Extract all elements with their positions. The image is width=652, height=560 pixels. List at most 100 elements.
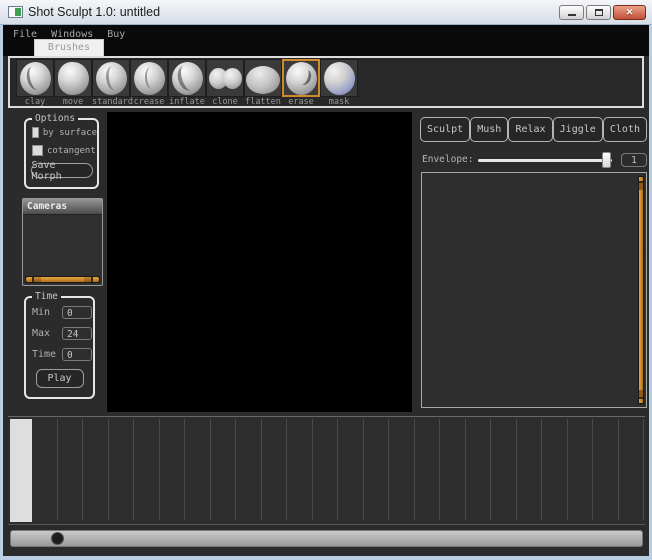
options-group: Options by surface cotangent Save Morph xyxy=(24,118,99,189)
time-field[interactable]: 0 xyxy=(62,348,92,361)
min-label: Min xyxy=(32,307,58,318)
layer-list-vertical-scrollbar[interactable] xyxy=(638,176,644,404)
close-icon: ✕ xyxy=(626,7,634,18)
window-title: Shot Sculpt 1.0: untitled xyxy=(28,5,160,19)
brush-label: standard xyxy=(92,98,130,107)
brush-item-mask[interactable]: mask xyxy=(320,59,358,107)
brush-item-move[interactable]: move xyxy=(54,59,92,107)
options-group-title: Options xyxy=(32,113,78,124)
brush-label: mask xyxy=(320,98,358,107)
timeline-frame-column[interactable] xyxy=(364,419,390,520)
close-button[interactable]: ✕ xyxy=(613,5,646,20)
envelope-slider[interactable] xyxy=(478,152,612,168)
mush-button[interactable]: Mush xyxy=(470,117,508,142)
timeline-frame-column[interactable] xyxy=(466,419,492,520)
timeline-frame-column[interactable] xyxy=(211,419,237,520)
timeline-frame-column[interactable] xyxy=(109,419,135,520)
time-group-title: Time xyxy=(32,291,61,302)
app-icon xyxy=(8,6,23,18)
by-surface-checkbox[interactable] xyxy=(32,127,39,138)
by-surface-label: by surface xyxy=(43,128,97,138)
timeline[interactable] xyxy=(8,416,645,525)
cotangent-checkbox[interactable] xyxy=(32,145,43,156)
time-group: Time Min 0 Max 24 Time 0 Play xyxy=(24,296,95,399)
brush-item-clay[interactable]: clay xyxy=(16,59,54,107)
timeline-frame-column[interactable] xyxy=(517,419,543,520)
timeline-frame-column[interactable] xyxy=(491,419,517,520)
brushes-toolbar: clay move standard crease inflate xyxy=(8,56,644,108)
mask-brush-icon xyxy=(324,62,355,95)
timeline-frame-column[interactable] xyxy=(262,419,288,520)
brush-item-erase[interactable]: erase xyxy=(282,59,320,107)
min-field-row: Min 0 xyxy=(32,306,93,319)
min-field[interactable]: 0 xyxy=(62,306,92,319)
crease-brush-icon xyxy=(134,62,165,95)
inflate-brush-icon xyxy=(172,62,203,95)
timeline-frame-column[interactable] xyxy=(83,419,109,520)
timeline-frame-column[interactable] xyxy=(287,419,313,520)
brush-strip: clay move standard crease inflate xyxy=(16,59,358,107)
minimize-icon xyxy=(568,14,576,16)
envelope-slider-handle[interactable] xyxy=(602,152,611,168)
brush-label: clone xyxy=(206,98,244,107)
timeline-grid xyxy=(32,419,644,520)
cameras-panel: Cameras xyxy=(22,198,103,286)
maximize-button[interactable] xyxy=(586,5,611,20)
brush-item-standard[interactable]: standard xyxy=(92,59,130,107)
app-window: Shot Sculpt 1.0: untitled ✕ File Windows… xyxy=(0,0,652,560)
clone-brush-icon xyxy=(210,62,241,95)
timeline-frame-column[interactable] xyxy=(440,419,466,520)
timeline-scrollbar-knob[interactable] xyxy=(51,532,64,545)
flatten-brush-icon xyxy=(246,66,280,94)
timeline-frame-column[interactable] xyxy=(542,419,568,520)
play-button[interactable]: Play xyxy=(36,369,84,388)
max-field-row: Max 24 xyxy=(32,327,93,340)
title-bar: Shot Sculpt 1.0: untitled ✕ xyxy=(0,0,652,25)
current-frame-marker[interactable] xyxy=(10,419,32,522)
brush-label: flatten xyxy=(244,98,282,107)
menu-item-buy[interactable]: Buy xyxy=(107,29,125,40)
brush-item-clone[interactable]: clone xyxy=(206,59,244,107)
checkbox-row-cotangent: cotangent xyxy=(32,145,97,156)
brush-label: erase xyxy=(282,98,320,107)
tab-brushes[interactable]: Brushes xyxy=(34,39,104,56)
sculpt-layer-list[interactable] xyxy=(421,172,647,408)
max-field[interactable]: 24 xyxy=(62,327,92,340)
timeline-frame-column[interactable] xyxy=(185,419,211,520)
brush-label: clay xyxy=(16,98,54,107)
envelope-value-field[interactable]: 1 xyxy=(621,153,647,167)
timeline-frame-column[interactable] xyxy=(236,419,262,520)
relax-button[interactable]: Relax xyxy=(508,117,552,142)
timeline-frame-column[interactable] xyxy=(415,419,441,520)
cloth-button[interactable]: Cloth xyxy=(603,117,647,142)
jiggle-button[interactable]: Jiggle xyxy=(553,117,603,142)
timeline-frame-column[interactable] xyxy=(593,419,619,520)
time-label: Time xyxy=(32,349,58,360)
window-controls: ✕ xyxy=(559,5,646,20)
timeline-frame-column[interactable] xyxy=(338,419,364,520)
timeline-frame-column[interactable] xyxy=(58,419,84,520)
timeline-frame-column[interactable] xyxy=(619,419,645,520)
client-area: File Windows Buy Brushes clay move stand xyxy=(3,25,649,556)
max-label: Max xyxy=(32,328,58,339)
timeline-frame-column[interactable] xyxy=(389,419,415,520)
timeline-frame-column[interactable] xyxy=(32,419,58,520)
viewport[interactable] xyxy=(107,112,412,412)
cameras-horizontal-scrollbar[interactable] xyxy=(25,276,100,283)
erase-brush-icon xyxy=(286,62,317,95)
time-field-row: Time 0 xyxy=(32,348,93,361)
brush-item-inflate[interactable]: inflate xyxy=(168,59,206,107)
minimize-button[interactable] xyxy=(559,5,584,20)
brush-item-crease[interactable]: crease xyxy=(130,59,168,107)
timeline-scrollbar[interactable] xyxy=(10,530,643,547)
timeline-frame-column[interactable] xyxy=(134,419,160,520)
brush-label: inflate xyxy=(168,98,206,107)
timeline-frame-column[interactable] xyxy=(568,419,594,520)
sculpt-button[interactable]: Sculpt xyxy=(420,117,470,142)
clay-brush-icon xyxy=(20,62,51,95)
timeline-frame-column[interactable] xyxy=(160,419,186,520)
standard-brush-icon xyxy=(96,62,127,95)
save-morph-button[interactable]: Save Morph xyxy=(31,163,93,178)
timeline-frame-column[interactable] xyxy=(313,419,339,520)
brush-item-flatten[interactable]: flatten xyxy=(244,59,282,107)
